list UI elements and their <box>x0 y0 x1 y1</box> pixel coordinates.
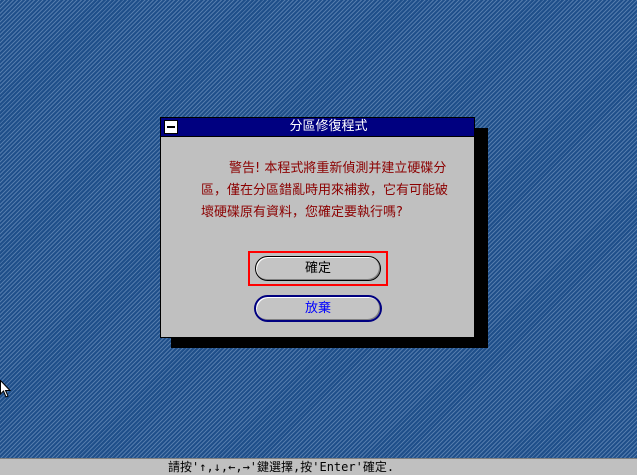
system-menu-icon[interactable] <box>164 120 178 134</box>
confirm-button[interactable]: 確定 <box>255 256 381 281</box>
warning-message: 警告! 本程式將重新偵測并建立硬碟分區，僅在分區錯亂時用來補救，它有可能破壞硬碟… <box>201 161 449 220</box>
dialog-titlebar: 分區修復程式 <box>161 118 474 137</box>
partition-repair-dialog: 分區修復程式 警告! 本程式將重新偵測并建立硬碟分區，僅在分區錯亂時用來補救，它… <box>160 117 475 338</box>
status-bar: 請按'↑,↓,←,→'鍵選擇,按'Enter'確定. <box>0 458 637 475</box>
cancel-button[interactable]: 放棄 <box>255 296 381 321</box>
status-hint: 請按'↑,↓,←,→'鍵選擇,按'Enter'確定. <box>168 460 395 474</box>
mouse-pointer-icon <box>0 380 12 398</box>
dialog-title: 分區修復程式 <box>289 119 368 134</box>
desktop-background: 分區修復程式 警告! 本程式將重新偵測并建立硬碟分區，僅在分區錯亂時用來補救，它… <box>0 0 637 458</box>
